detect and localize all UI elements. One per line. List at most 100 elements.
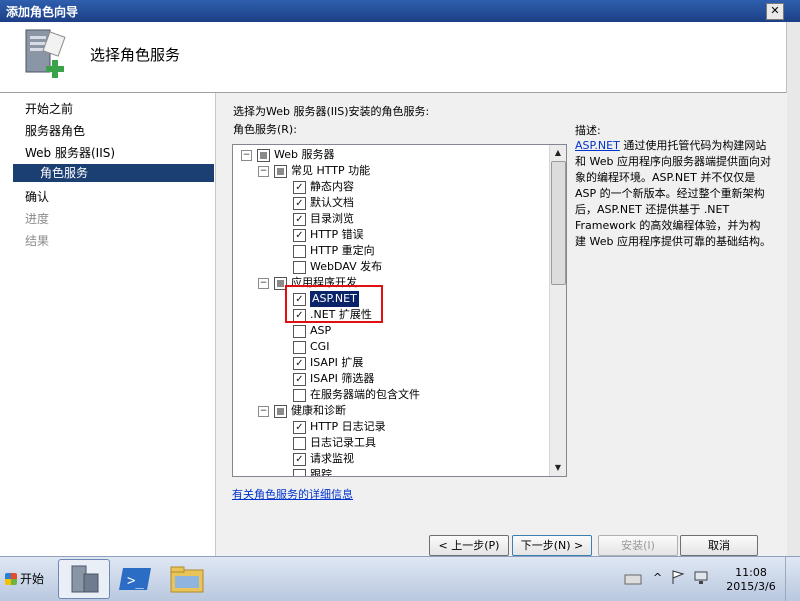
- checkbox[interactable]: ✓: [293, 357, 306, 370]
- tree-item[interactable]: ✓ HTTP 日志记录: [233, 419, 549, 435]
- checkbox[interactable]: [293, 437, 306, 450]
- server-add-icon: [25, 29, 66, 78]
- tray-expand-icon[interactable]: ^: [653, 571, 662, 584]
- more-info-link[interactable]: 有关角色服务的详细信息: [232, 486, 353, 502]
- tree-item-label: 默认文档: [310, 196, 354, 209]
- flag-icon[interactable]: [670, 569, 686, 585]
- tree-item[interactable]: 日志记录工具: [233, 435, 549, 451]
- tree-item-label: 静态内容: [310, 180, 354, 193]
- description-text: ASP.NET 通过使用托管代码为构建网站和 Web 应用程序向服务器端提供面向…: [575, 138, 771, 250]
- svg-text:>_: >_: [127, 573, 144, 589]
- tree-item-label: 日志记录工具: [310, 436, 376, 449]
- checkbox[interactable]: [293, 261, 306, 274]
- nav-item-confirmation: 确认: [25, 190, 50, 204]
- install-button[interactable]: 安装(I): [598, 535, 678, 556]
- checkbox[interactable]: ✓: [293, 453, 306, 466]
- taskbar-powershell[interactable]: >_: [110, 559, 162, 599]
- nav-item-web-server: Web 服务器(IIS): [25, 146, 116, 160]
- powershell-icon: >_: [119, 568, 151, 590]
- nav-item-server-roles: 服务器角色: [25, 124, 86, 138]
- role-services-tree[interactable]: ▲ ▼ − Web 服务器 − 常见 HTTP 功能 ✓ 静态内容 ✓ 默认文档 ✓ 目录浏览 ✓ H…: [232, 144, 567, 477]
- tree-item[interactable]: WebDAV 发布: [233, 259, 549, 275]
- checkbox[interactable]: [274, 165, 287, 178]
- tree-item-label: 在服务器端的包含文件: [310, 388, 420, 401]
- collapse-icon[interactable]: −: [258, 278, 269, 289]
- collapse-icon[interactable]: −: [241, 150, 252, 161]
- clock[interactable]: 11:08 2015/3/6: [723, 566, 779, 594]
- tree-item[interactable]: − Web 服务器: [233, 147, 549, 163]
- tree-item-label: HTTP 重定向: [310, 244, 375, 257]
- description-label: 描述:: [575, 124, 601, 137]
- tree-item[interactable]: ✓ ISAPI 筛选器: [233, 371, 549, 387]
- tree-item-label: 健康和诊断: [291, 404, 346, 417]
- tree-item[interactable]: 跟踪: [233, 467, 549, 476]
- scroll-thumb[interactable]: [551, 161, 566, 285]
- taskbar-server-manager[interactable]: [58, 559, 110, 599]
- title-bar: 添加角色向导 ✕: [0, 0, 800, 22]
- tree-item-label: ASP: [310, 324, 332, 337]
- tree-item[interactable]: − 健康和诊断: [233, 403, 549, 419]
- tree-item-label: ISAPI 筛选器: [310, 372, 375, 385]
- tree-item[interactable]: ASP: [233, 323, 549, 339]
- tree-item[interactable]: ✓ HTTP 错误: [233, 227, 549, 243]
- tree-item-label: HTTP 日志记录: [310, 420, 386, 433]
- checkbox[interactable]: [293, 325, 306, 338]
- checkbox[interactable]: ✓: [293, 373, 306, 386]
- windows-logo-icon: [5, 573, 17, 585]
- tree-item[interactable]: ✓ .NET 扩展性: [233, 307, 549, 323]
- checkbox[interactable]: [257, 149, 270, 162]
- tree-item[interactable]: ✓ 请求监视: [233, 451, 549, 467]
- right-strip: [786, 22, 800, 556]
- start-button[interactable]: 开始: [2, 566, 48, 592]
- wizard-header: 选择角色服务: [0, 22, 786, 93]
- tree-item[interactable]: ✓ ISAPI 扩展: [233, 355, 549, 371]
- instruction-text: 选择为Web 服务器(IIS)安装的角色服务:: [233, 105, 430, 118]
- checkbox[interactable]: [293, 341, 306, 354]
- wizard-steps: 开始之前 服务器角色 Web 服务器(IIS) 角色服务 确认 进度 结果: [0, 93, 214, 556]
- cancel-button[interactable]: 取消: [680, 535, 758, 556]
- clock-time: 11:08: [735, 566, 767, 579]
- scroll-down-icon[interactable]: ▼: [551, 461, 565, 475]
- checkbox[interactable]: [293, 389, 306, 402]
- tree-item[interactable]: ✓ 静态内容: [233, 179, 549, 195]
- checkbox[interactable]: [274, 405, 287, 418]
- checkbox[interactable]: ✓: [293, 213, 306, 226]
- tree-item[interactable]: − 应用程序开发: [233, 275, 549, 291]
- checkbox[interactable]: ✓: [293, 229, 306, 242]
- folder-icon: [170, 566, 204, 593]
- nav-item-before-you-begin: 开始之前: [25, 102, 74, 116]
- tree-item-label: 请求监视: [310, 452, 354, 465]
- description-link[interactable]: ASP.NET: [575, 139, 620, 152]
- checkbox[interactable]: ✓: [293, 181, 306, 194]
- tree-item[interactable]: ✓ 目录浏览: [233, 211, 549, 227]
- collapse-icon[interactable]: −: [258, 166, 269, 177]
- checkbox[interactable]: [293, 245, 306, 258]
- network-icon[interactable]: [692, 569, 710, 585]
- tree-item[interactable]: CGI: [233, 339, 549, 355]
- description-body: 通过使用托管代码为构建网站和 Web 应用程序向服务器端提供面向对象的编程环境。…: [575, 139, 771, 248]
- clock-date: 2015/3/6: [726, 580, 776, 593]
- nav-item-role-services: 角色服务: [13, 164, 214, 182]
- checkbox[interactable]: ✓: [293, 421, 306, 434]
- keyboard-icon[interactable]: [624, 572, 642, 586]
- checkbox[interactable]: ✓: [293, 197, 306, 210]
- tree-item[interactable]: ✓ ASP.NET: [233, 291, 549, 307]
- close-button[interactable]: ✕: [766, 3, 784, 20]
- tree-item[interactable]: 在服务器端的包含文件: [233, 387, 549, 403]
- taskbar-explorer[interactable]: [162, 559, 214, 599]
- checkbox[interactable]: [293, 469, 306, 476]
- tree-item[interactable]: ✓ 默认文档: [233, 195, 549, 211]
- collapse-icon[interactable]: −: [258, 406, 269, 417]
- show-desktop-button[interactable]: [785, 557, 798, 601]
- start-label: 开始: [20, 572, 45, 586]
- role-services-label: 角色服务(R):: [233, 123, 297, 136]
- tree-item-label: Web 服务器: [274, 148, 335, 161]
- scroll-up-icon[interactable]: ▲: [551, 146, 565, 160]
- highlight-annotation-box: [285, 285, 383, 323]
- tree-item[interactable]: HTTP 重定向: [233, 243, 549, 259]
- server-manager-icon: [71, 565, 99, 593]
- prev-button[interactable]: < 上一步(P): [429, 535, 509, 556]
- tree-item[interactable]: − 常见 HTTP 功能: [233, 163, 549, 179]
- next-button[interactable]: 下一步(N) >: [512, 535, 592, 556]
- tree-scrollbar[interactable]: ▲ ▼: [549, 145, 566, 476]
